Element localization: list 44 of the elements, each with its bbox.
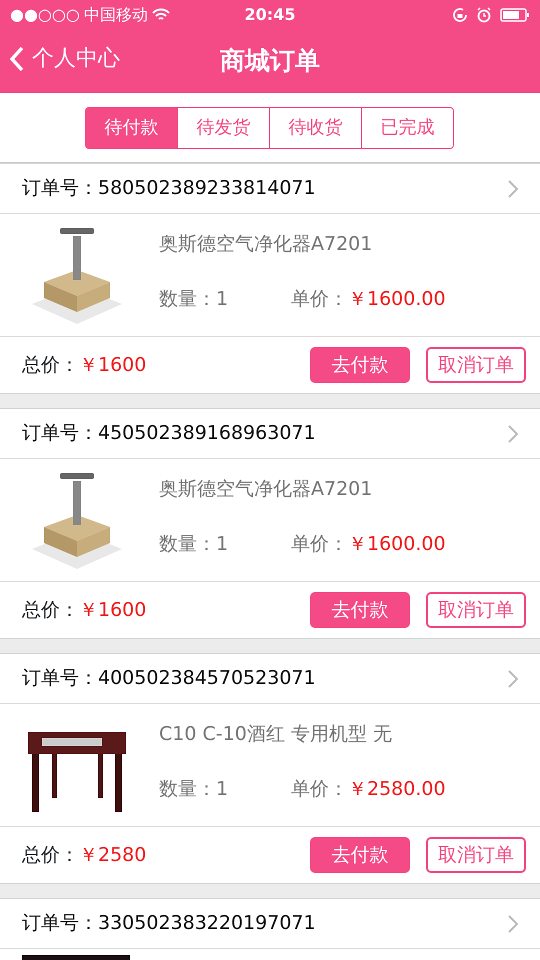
status-time: 20:45: [244, 4, 296, 26]
order-tab[interactable]: 已完成: [361, 106, 454, 148]
quantity-label: 数量：: [159, 776, 216, 802]
pay-button[interactable]: 去付款: [310, 347, 410, 383]
quantity-label: 数量：: [159, 286, 216, 312]
cancel-order-button[interactable]: 取消订单: [426, 592, 526, 628]
cancel-order-button[interactable]: 取消订单: [426, 347, 526, 383]
unit-price-label: 单价：: [291, 532, 348, 556]
quantity-value: 1: [216, 286, 228, 312]
order-tab[interactable]: 待发货: [177, 106, 270, 148]
total-price: ￥2580: [79, 842, 148, 868]
page-title: 商城订单: [220, 45, 320, 78]
order-number: 580502389233814071: [98, 176, 317, 202]
carrier-name: 中国移动: [84, 4, 148, 26]
order-number-label: 订单号：: [22, 911, 98, 936]
quantity-value: 1: [216, 532, 228, 556]
order-number: 450502389168963071: [98, 421, 317, 446]
order-number-label: 订单号：: [22, 421, 98, 446]
product-name: 奥斯德空气净化器A7201: [159, 232, 374, 257]
product-name: 奥斯德空气净化器A7201: [159, 477, 374, 502]
cancel-order-button[interactable]: 取消订单: [426, 837, 526, 873]
pay-button[interactable]: 去付款: [310, 837, 410, 873]
total-price: ￥1600: [79, 598, 148, 623]
signal-dots: ●●○○○: [10, 4, 80, 26]
total-label: 总价：: [22, 842, 79, 868]
unit-price: ￥1600.00: [348, 532, 446, 556]
total-label: 总价：: [22, 352, 79, 378]
order-number: 400502384570523071: [98, 666, 317, 692]
unit-price-label: 单价：: [291, 776, 348, 802]
pay-button[interactable]: 去付款: [310, 592, 410, 628]
unit-price: ￥2580.00: [348, 776, 446, 802]
order-tab[interactable]: 待收货: [269, 106, 362, 148]
total-label: 总价：: [22, 598, 79, 623]
total-price: ￥1600: [79, 352, 148, 378]
back-button[interactable]: 个人中心: [10, 42, 120, 75]
order-number: 330502383220197071: [98, 911, 317, 936]
quantity-value: 1: [216, 776, 228, 802]
order-tab[interactable]: 待付款: [85, 106, 178, 148]
product-name: C10 C-10酒红 专用机型 无: [159, 722, 393, 747]
unit-price-label: 单价：: [291, 286, 348, 312]
quantity-label: 数量：: [159, 532, 216, 556]
order-number-label: 订单号：: [22, 666, 98, 692]
unit-price: ￥1600.00: [348, 286, 446, 312]
order-number-label: 订单号：: [22, 176, 98, 202]
